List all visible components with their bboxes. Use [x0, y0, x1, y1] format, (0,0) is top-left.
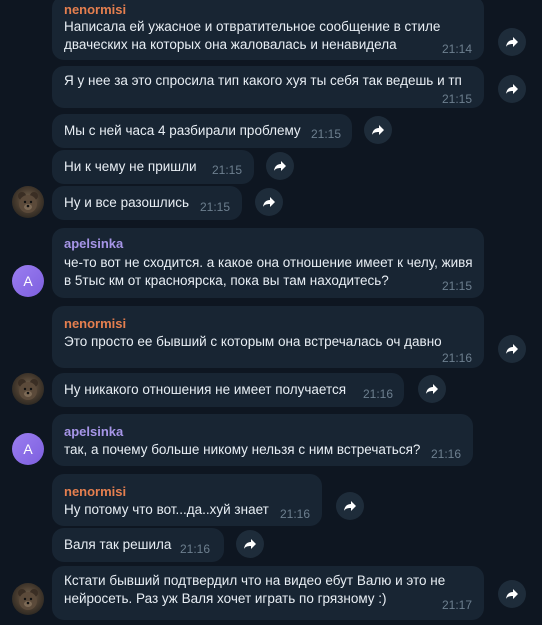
message-bubble[interactable]: Я у нее за это спросила тип какого хуя т… [52, 66, 484, 108]
message-time: 21:16 [441, 351, 472, 365]
bear-avatar-icon [18, 192, 38, 213]
forward-icon [344, 501, 356, 511]
message-text: так, а почему больше никому нельзя с ним… [64, 442, 421, 457]
message-text: дваческих на которых она жаловалась и не… [64, 37, 397, 52]
message-bubble[interactable]: apelsinka че-то вот не сходится. а какое… [52, 228, 484, 298]
bear-avatar-icon [18, 589, 38, 610]
message-bubble[interactable]: Валя так решила 21:16 [52, 528, 224, 562]
message-time: 21:15 [212, 163, 243, 177]
message-time: 21:16 [180, 542, 211, 556]
message-text: Мы с ней часа 4 разбирали проблему [64, 123, 301, 138]
message-bubble[interactable]: nenormisi Ну потому что вот...да..хуй зн… [52, 474, 322, 526]
forward-button[interactable] [266, 152, 294, 180]
forward-button[interactable] [418, 375, 446, 403]
forward-icon [506, 344, 518, 354]
forward-button[interactable] [498, 580, 526, 608]
message-text: Ну потому что вот...да..хуй знает [64, 502, 269, 517]
chat-history: nenormisi Написала ей ужасное и отвратит… [0, 0, 542, 625]
sender-name[interactable]: nenormisi [64, 2, 126, 17]
forward-button[interactable] [498, 75, 526, 103]
forward-button[interactable] [498, 335, 526, 363]
message-time: 21:17 [441, 598, 472, 612]
forward-icon [244, 539, 256, 549]
forward-icon [506, 84, 518, 94]
forward-icon [426, 384, 438, 394]
message-bubble[interactable]: nenormisi Написала ей ужасное и отвратит… [52, 0, 484, 60]
message-text: в 5тыс км от красноярска, пока вы там на… [64, 273, 389, 288]
user-avatar[interactable] [12, 186, 44, 218]
forward-button[interactable] [255, 188, 283, 216]
message-text: че-то вот не сходится. а какое она отнош… [64, 255, 473, 270]
message-text: Валя так решила [64, 537, 172, 552]
message-bubble[interactable]: nenormisi Это просто ее бывший с которым… [52, 306, 484, 368]
forward-button[interactable] [236, 530, 264, 558]
message-bubble[interactable]: Кстати бывший подтвердил что на видео еб… [52, 566, 484, 620]
message-text: Ну никакого отношения не имеет получаетс… [64, 382, 347, 397]
forward-button[interactable] [498, 28, 526, 56]
message-time: 21:14 [441, 42, 472, 56]
bear-avatar-icon [18, 379, 38, 400]
forward-icon [372, 125, 384, 135]
message-time: 21:15 [200, 200, 231, 214]
sender-name[interactable]: apelsinka [64, 424, 123, 439]
message-text: Кстати бывший подтвердил что на видео еб… [64, 573, 446, 588]
message-time: 21:15 [441, 279, 472, 293]
message-time: 21:16 [279, 507, 310, 521]
forward-icon [506, 589, 518, 599]
message-bubble[interactable]: Ни к чему не пришли 21:15 [52, 150, 254, 184]
forward-button[interactable] [364, 116, 392, 144]
sender-name[interactable]: apelsinka [64, 236, 123, 251]
message-time: 21:16 [363, 387, 394, 401]
message-time: 21:16 [430, 447, 461, 461]
user-avatar[interactable] [12, 373, 44, 405]
message-bubble[interactable]: Мы с ней часа 4 разбирали проблему 21:15 [52, 114, 352, 148]
message-text: Написала ей ужасное и отвратительное соо… [64, 19, 441, 34]
message-bubble[interactable]: Ну никакого отношения не имеет получаетс… [52, 373, 404, 407]
forward-icon [506, 37, 518, 47]
message-text: нейросеть. Раз уж Валя хочет играть по г… [64, 591, 387, 606]
message-text: Это просто ее бывший с которым она встре… [64, 334, 442, 349]
user-avatar[interactable] [12, 583, 44, 615]
forward-button[interactable] [336, 492, 364, 520]
message-bubble[interactable]: Ну и все разошлись 21:15 [52, 186, 242, 220]
message-text: Я у нее за это спросила тип какого хуя т… [64, 73, 462, 88]
sender-name[interactable]: nenormisi [64, 484, 126, 499]
message-text: Ни к чему не пришли [64, 159, 197, 174]
forward-icon [274, 161, 286, 171]
message-time: 21:15 [441, 92, 472, 106]
forward-icon [263, 197, 275, 207]
sender-name[interactable]: nenormisi [64, 316, 126, 331]
user-avatar[interactable]: A [12, 433, 44, 465]
user-avatar[interactable]: A [12, 265, 44, 297]
message-time: 21:15 [311, 127, 342, 141]
message-bubble[interactable]: apelsinka так, а почему больше никому не… [52, 414, 473, 466]
message-text: Ну и все разошлись [64, 195, 190, 210]
